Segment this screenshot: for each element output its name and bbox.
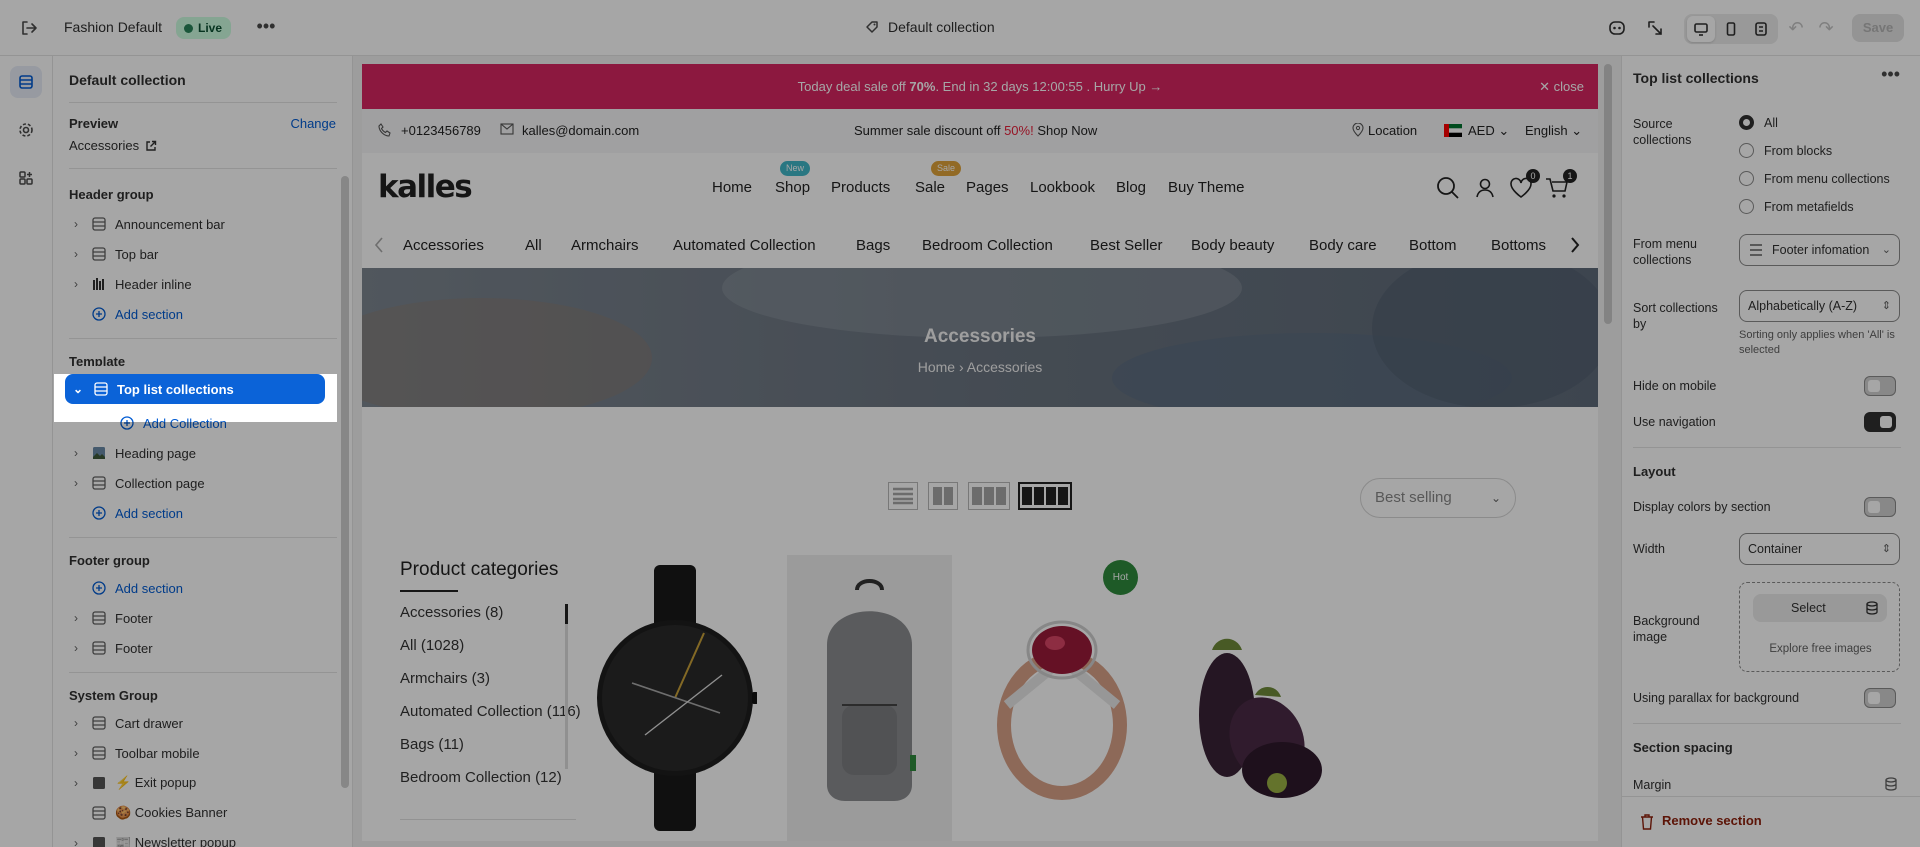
section-label: Top list collections <box>117 381 234 397</box>
focus-overlay <box>0 0 1920 374</box>
chevron-down-icon[interactable]: ⌄ <box>71 382 85 396</box>
focus-overlay <box>337 374 1920 422</box>
focus-overlay <box>0 422 1920 847</box>
section-top-list-collections[interactable]: ⌄ Top list collections <box>65 374 325 404</box>
focus-overlay <box>0 374 54 422</box>
section-icon <box>93 381 109 397</box>
